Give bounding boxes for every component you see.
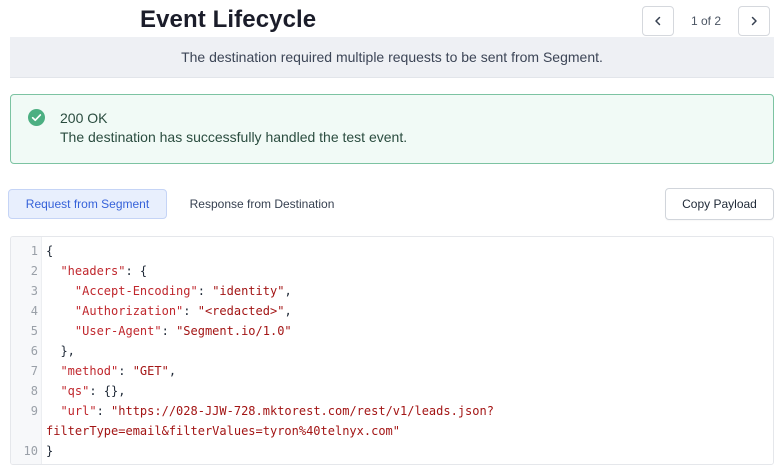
code-line: "headers": { [60,264,148,278]
line-number: 3 [30,284,38,298]
check-circle-icon [28,109,45,126]
pager-count: 1 of 2 [690,14,722,28]
copy-payload-button[interactable]: Copy Payload [665,188,774,220]
next-page-button[interactable] [738,6,770,36]
code-line: "method": "GET", [60,364,177,378]
code-line: filterType=email&filterValues=tyron%40te… [46,424,401,438]
tab-response-from-destination[interactable]: Response from Destination [172,189,352,219]
success-alert: 200 OK The destination has successfully … [10,94,774,164]
code-line: "qs": {}, [60,384,126,398]
status-message: The destination has successfully handled… [60,129,408,145]
line-number: 6 [30,344,38,358]
line-number: 9 [30,404,38,418]
line-number: 1 [30,244,38,258]
chevron-left-icon [655,16,661,26]
line-number: 2 [30,264,38,278]
line-number: 7 [30,364,38,378]
chevron-right-icon [751,16,757,26]
status-title: 200 OK [60,110,108,126]
code-line: } [46,444,54,458]
previous-page-button[interactable] [642,6,674,36]
code-line: "url": "https://028-JJW-728.mktorest.com… [60,404,494,418]
code-line: { [46,244,54,258]
line-number: 4 [30,304,38,318]
code-viewer: 1 {2 "headers": { 3 "Accept-Encoding": "id… [10,236,774,465]
code-line: "User-Agent": "Segment.io/1.0" [74,324,292,338]
code-line: "Accept-Encoding": "identity", [74,284,292,298]
line-number: 5 [30,324,38,338]
tab-request-from-segment[interactable]: Request from Segment [8,189,167,219]
page-title: Event Lifecycle [140,6,317,33]
banner-text: The destination required multiple reques… [181,49,603,65]
info-banner: The destination required multiple reques… [10,37,774,78]
line-number: 8 [30,384,38,398]
code-line: }, [46,344,75,358]
line-number: 10 [23,444,38,458]
code-line: "Authorization": "<redacted>", [74,304,292,318]
